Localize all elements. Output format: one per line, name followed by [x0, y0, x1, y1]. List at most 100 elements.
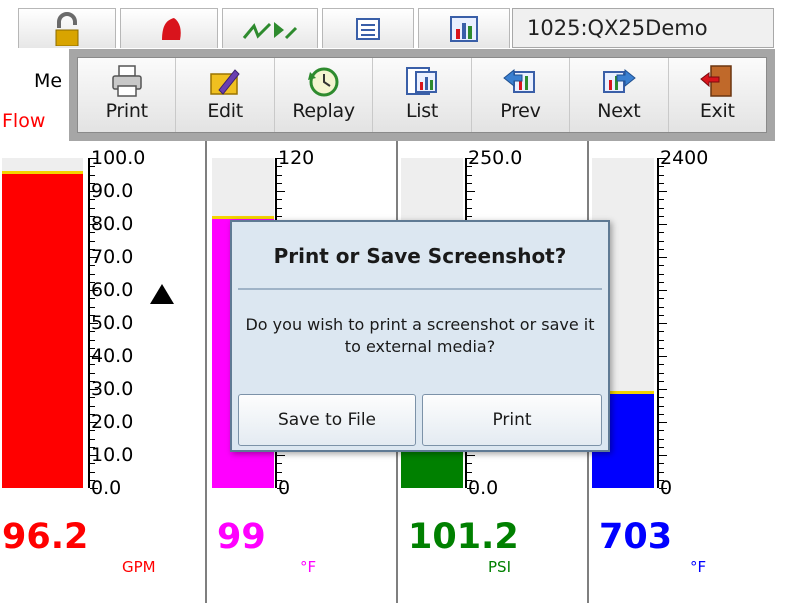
- scale-tick: [659, 381, 664, 382]
- exit-door-icon: [700, 65, 732, 97]
- channel-unit: °F: [690, 558, 707, 576]
- tab-lock[interactable]: [18, 8, 116, 48]
- next-toolbar-button[interactable]: Next: [570, 58, 669, 132]
- print-dialog-button[interactable]: Print: [422, 394, 602, 446]
- scale-tick: [277, 455, 285, 456]
- scale-label: 0.0: [91, 477, 122, 499]
- scale-tick: [659, 249, 664, 250]
- scale-tick: [277, 175, 282, 176]
- scale-tick: [467, 199, 472, 200]
- scale-label: 70.0: [91, 246, 134, 268]
- prev-toolbar-label: Prev: [500, 100, 541, 122]
- scale-label: 0: [660, 477, 673, 499]
- scale-tick: [659, 216, 664, 217]
- scale-tick: [659, 406, 664, 407]
- prev-arrow-icon: [503, 68, 536, 93]
- scale-tick: [659, 282, 664, 283]
- scale-label: 30.0: [91, 378, 134, 400]
- print-toolbar-label: Print: [105, 100, 149, 122]
- scale-tick: [659, 307, 664, 308]
- scale-tick: [90, 241, 95, 242]
- scale-tick: [659, 224, 667, 225]
- scale-tick: [277, 183, 282, 184]
- scale-tick: [659, 257, 667, 258]
- next-toolbar-label: Next: [597, 100, 641, 122]
- exit-toolbar-button[interactable]: Exit: [669, 58, 766, 132]
- channel-unit: GPM: [122, 558, 156, 576]
- scale-tick: [467, 191, 475, 192]
- scale-tick: [659, 389, 667, 390]
- channel-bar: [2, 171, 83, 488]
- trend-arrows-icon: [242, 21, 298, 39]
- edit-toolbar-button[interactable]: Edit: [176, 58, 275, 132]
- print-toolbar-button[interactable]: Print: [78, 58, 177, 132]
- channel-unit: °F: [300, 558, 317, 576]
- scale-tick: [467, 183, 472, 184]
- scale-tick: [659, 414, 664, 415]
- scale-tick: [659, 241, 664, 242]
- bar-graph-icon: [450, 15, 478, 42]
- print-save-dialog: Print or Save Screenshot? Do you wish to…: [230, 220, 610, 452]
- scale-tick: [659, 348, 664, 349]
- scale-tick: [467, 208, 472, 209]
- tab-list[interactable]: [322, 8, 414, 48]
- printer-icon: [111, 65, 142, 97]
- scale-tick: [659, 439, 664, 440]
- menu-tab-label[interactable]: Me: [34, 70, 62, 92]
- scale-label: 10.0: [91, 444, 134, 466]
- list-view-icon: [356, 17, 380, 40]
- channel-value: 96.2: [2, 517, 89, 557]
- scale-tick: [277, 463, 282, 464]
- channel-value: 101.2: [408, 517, 519, 557]
- scale-label: 0: [278, 477, 291, 499]
- scale-tick: [467, 455, 475, 456]
- scale-label: 50.0: [91, 312, 134, 334]
- list-toolbar-button[interactable]: List: [373, 58, 472, 132]
- alarm-bell-icon: [162, 17, 181, 40]
- scale-tick: [90, 472, 95, 473]
- scale-tick: [659, 422, 667, 423]
- scale-tick: [659, 463, 664, 464]
- scale-tick: [90, 307, 95, 308]
- edit-toolbar-label: Edit: [207, 100, 243, 122]
- replay-toolbar-label: Replay: [292, 100, 355, 122]
- next-arrow-icon: [602, 68, 636, 93]
- scale-label: 120: [278, 147, 315, 169]
- scale-tick: [659, 290, 667, 291]
- scale-tick: [90, 175, 95, 176]
- scale-label: 40.0: [91, 345, 134, 367]
- scale-tick: [467, 463, 472, 464]
- scale-tick: [659, 430, 664, 431]
- replay-toolbar-button[interactable]: Replay: [275, 58, 374, 132]
- scale-tick: [659, 373, 664, 374]
- save-to-file-button[interactable]: Save to File: [238, 394, 416, 446]
- scale-tick: [659, 364, 664, 365]
- flow-tab-label: Flow: [2, 110, 46, 132]
- scale-tick: [659, 183, 664, 184]
- scale-tick: [277, 208, 282, 209]
- scale-tick: [659, 298, 664, 299]
- scale-tick: [659, 315, 664, 316]
- scale-tick: [659, 191, 667, 192]
- scale-tick: [90, 274, 95, 275]
- dialog-message: Do you wish to print a screenshot or sav…: [245, 315, 595, 356]
- scale-label: 90.0: [91, 180, 134, 202]
- pencil-folder-icon: [210, 69, 240, 95]
- scale-tick: [277, 199, 282, 200]
- scale-tick: [659, 265, 664, 266]
- scale-tick: [467, 175, 472, 176]
- scale-tick: [467, 216, 472, 217]
- tab-alarms[interactable]: [120, 8, 218, 48]
- scale-tick: [90, 373, 95, 374]
- scale-tick: [659, 472, 664, 473]
- scale-tick: [277, 216, 282, 217]
- prev-toolbar-button[interactable]: Prev: [472, 58, 571, 132]
- window-title: 1025:QX25Demo: [512, 8, 774, 48]
- scale-label: 250.0: [468, 147, 523, 169]
- scale-tick: [659, 208, 664, 209]
- scale-tick: [90, 439, 95, 440]
- tab-bargraph[interactable]: [418, 8, 510, 48]
- list-chart-icon: [405, 67, 437, 95]
- tab-trend[interactable]: [222, 8, 318, 48]
- scale-tick: [659, 331, 664, 332]
